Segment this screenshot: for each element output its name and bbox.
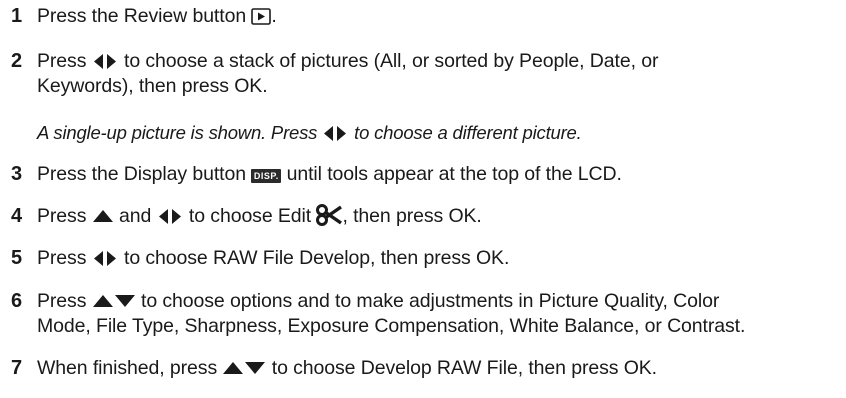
left-right-arrows-icon	[93, 251, 116, 266]
up-down-arrows-icon	[223, 362, 266, 374]
step-number: 4	[11, 205, 23, 227]
step-text: Press to choose RAW File Develop, then p…	[37, 246, 837, 271]
step-text-part: to choose options and to make adjustment…	[141, 290, 720, 312]
step-text-part: to choose RAW File Develop, then press O…	[124, 247, 510, 269]
step-text-part: Press	[37, 247, 87, 269]
step-text-part: Press	[37, 290, 87, 312]
step-number: 6	[11, 290, 23, 312]
step-number: 7	[11, 357, 23, 379]
step-text-part: Keywords), then press OK.	[37, 75, 268, 97]
note-text-part: to choose a different picture.	[354, 122, 582, 143]
step-number: 2	[11, 50, 23, 72]
review-button-icon	[251, 8, 272, 25]
step-text-part: to choose Develop RAW File, then press O…	[271, 357, 657, 379]
step-text-part: Press	[37, 205, 87, 227]
step-text-part: When finished, press	[37, 357, 218, 379]
up-down-arrows-icon	[92, 295, 135, 307]
step-text-part: Press	[37, 50, 87, 72]
step-text-part: to choose a stack of pictures (All, or s…	[124, 50, 659, 72]
left-right-arrows-icon	[93, 54, 116, 69]
step-text: Press the Review button .	[37, 4, 837, 29]
step-text-part: .	[271, 5, 277, 27]
step-text: Press the Display button DISP. until too…	[37, 162, 837, 187]
step-number: 5	[11, 247, 23, 269]
scissors-edit-icon	[316, 204, 343, 226]
step-text-part: Press the Display button	[37, 163, 246, 185]
step-text-part: and	[119, 205, 152, 227]
step-text-part: Press the Review button	[37, 5, 247, 27]
up-arrow-icon	[92, 210, 113, 222]
step-text: Press to choose options and to make adju…	[37, 289, 837, 339]
display-button-icon: DISP.	[251, 169, 282, 183]
step-text-part: , then press OK.	[342, 205, 482, 227]
step-text-part: to choose Edit	[188, 205, 312, 227]
step-2-note: A single-up picture is shown. Press to c…	[37, 120, 837, 145]
left-right-arrows-icon	[158, 209, 181, 224]
step-text-part: until tools appear at the top of the LCD…	[286, 163, 622, 185]
step-number: 1	[11, 5, 23, 27]
step-text: When finished, press to choose Develop R…	[37, 356, 837, 381]
step-text: Press to choose a stack of pictures (All…	[37, 49, 837, 99]
step-number: 3	[11, 163, 23, 185]
step-text: Press and to choose Edit , then press OK…	[37, 204, 837, 229]
step-text-part: Mode, File Type, Sharpness, Exposure Com…	[37, 315, 746, 337]
left-right-arrows-icon	[324, 126, 347, 141]
note-text-part: A single-up picture is shown. Press	[37, 122, 318, 143]
